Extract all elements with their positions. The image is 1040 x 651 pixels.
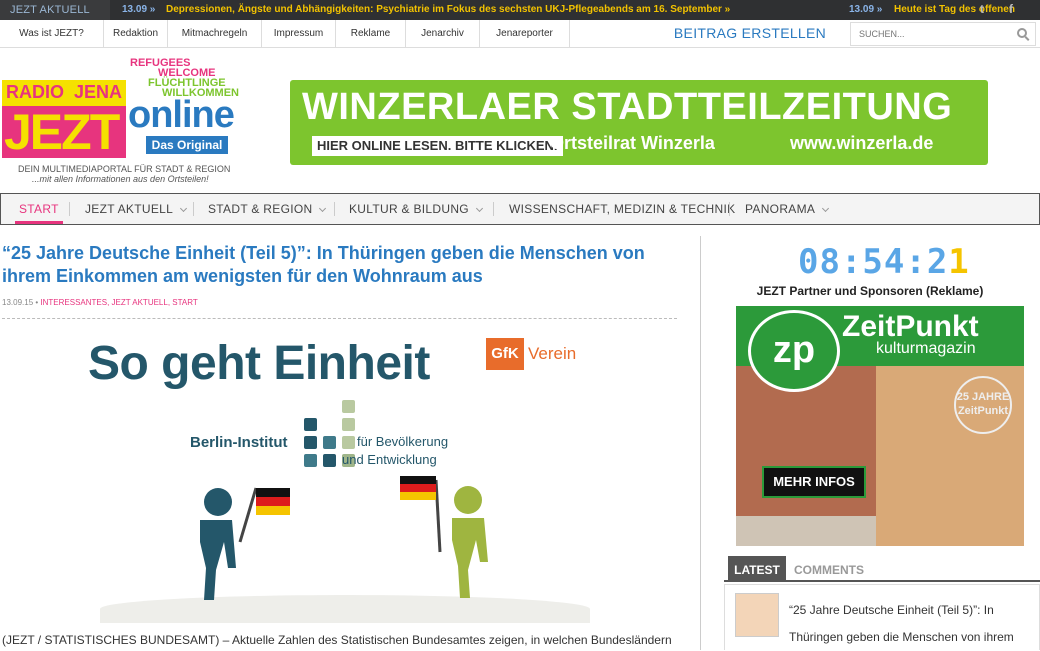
institute-logo-square (342, 436, 355, 449)
ticker-label: JEZT AKTUELL (0, 0, 110, 20)
nav-item-kultur-bildung[interactable]: KULTUR & BILDUNG (349, 194, 483, 224)
article-date: 13.09.15 (2, 298, 34, 307)
site-logo[interactable]: REFUGEES WELCOME FLÜCHTLINGE WILLKOMMEN … (0, 50, 255, 190)
clock-time: 08:54:2 (798, 242, 949, 282)
sidebar-tabs: LATEST COMMENTS (724, 556, 1040, 582)
facebook-icon[interactable]: f (1004, 2, 1018, 16)
logo-tagline: DEIN MULTIMEDIAPORTAL FÜR STADT & REGION (18, 164, 231, 174)
institute-subtitle: für Bevölkerung (357, 434, 449, 449)
nav-separator (729, 202, 730, 216)
chevron-down-icon (822, 204, 830, 213)
news-ticker: JEZT AKTUELL 13.09 » Depressionen, Ängst… (0, 0, 1040, 20)
zeitpunkt-logo: zp (748, 310, 840, 392)
ticker-date: 13.09 » (122, 4, 156, 15)
tab-latest[interactable]: LATEST (728, 556, 786, 582)
logo-jena-text: JENA (74, 82, 123, 102)
chevron-down-icon (319, 204, 327, 213)
anniversary-stamp: 25 JAHRE ZeitPunkt (954, 376, 1012, 434)
nav-item-wissenschaft[interactable]: WISSENSCHAFT, MEDIZIN & TECHNIK (509, 194, 735, 224)
nav-item-label: JEZT AKTUELL (85, 202, 174, 216)
latest-thumbnail[interactable] (735, 593, 779, 637)
institute-logo-square (342, 418, 355, 431)
latest-list: “25 Jahre Deutsche Einheit (Teil 5)”: In… (724, 584, 1040, 650)
partners-title: JEZT Partner und Sponsoren (Reklame) (756, 284, 984, 298)
institute-logo-square (342, 400, 355, 413)
topnav-link[interactable]: Impressum (262, 20, 336, 48)
search-input[interactable] (851, 23, 1001, 45)
zeitpunkt-ad[interactable]: zp ZeitPunkt kulturmagazin 25 JAHRE Zeit… (736, 306, 1024, 546)
logo-radio-band: RADIO JENA (2, 80, 126, 106)
nav-item-stadt-region[interactable]: STADT & REGION (208, 194, 327, 224)
banner-url: www.winzerla.de (790, 133, 934, 153)
nav-item-label: STADT & REGION (208, 202, 313, 216)
topnav-link[interactable]: Jenarchiv (406, 20, 480, 48)
banner-title: WINZERLAER STADTTEILZEITUNG (302, 86, 953, 128)
more-info-button[interactable]: MEHR INFOS (762, 466, 866, 498)
logo-radio-text: RADIO (6, 82, 64, 102)
column-divider (700, 236, 701, 650)
logo-online-text: online (128, 94, 235, 136)
banner-cta: HIER ONLINE LESEN. BITTE KLICKEN. (312, 136, 563, 156)
latest-item-title[interactable]: “25 Jahre Deutsche Einheit (Teil 5)”: In… (789, 597, 1035, 651)
logo-subtagline: ...mit allen Informationen aus den Ortst… (32, 174, 209, 184)
logo-jezt-text: JEZT (2, 106, 126, 158)
search-box (850, 22, 1036, 46)
article-categories[interactable]: INTERESSANTES, JEZT AKTUELL, START (40, 298, 197, 307)
digital-clock: 08:54:21 (798, 242, 970, 282)
institute-logo-square (323, 454, 336, 467)
topnav-link[interactable]: Mitmachregeln (168, 20, 262, 48)
top-navigation: Was ist JEZT? Redaktion Mitmachregeln Im… (0, 20, 1040, 48)
divider (2, 318, 677, 319)
walking-figure-right (400, 476, 488, 598)
institute-logo-square (304, 418, 317, 431)
institute-name: Berlin-Institut (190, 434, 288, 451)
nav-item-start[interactable]: START (15, 194, 63, 224)
nav-item-label: PANORAMA (745, 202, 816, 216)
nav-item-jezt-aktuell[interactable]: JEZT AKTUELL (85, 194, 188, 224)
main-navigation: START JEZT AKTUELL STADT & REGION KULTUR… (0, 193, 1040, 225)
institute-logo-square (323, 436, 336, 449)
chevron-down-icon (475, 204, 483, 213)
topnav-link[interactable]: Redaktion (104, 20, 168, 48)
topnav-link[interactable]: Was ist JEZT? (0, 20, 104, 48)
clock-seconds-digit: 1 (948, 242, 970, 282)
search-icon[interactable] (1017, 28, 1027, 38)
ticker-headline[interactable]: Depressionen, Ängste und Abhängigkeiten:… (166, 0, 730, 20)
logo-original-badge: Das Original (146, 136, 228, 154)
article-title[interactable]: “25 Jahre Deutsche Einheit (Teil 5)”: In… (2, 242, 662, 288)
nav-separator (69, 202, 70, 216)
ticker-date: 13.09 » (849, 4, 883, 15)
banner-ad[interactable]: WINZERLAER STADTTEILZEITUNG HIER ONLINE … (290, 80, 988, 165)
ad-brand: ZeitPunkt (842, 310, 979, 343)
article-lead: (JEZT / STATISTISCHES BUNDESAMT) – Aktue… (2, 633, 672, 647)
tab-comments[interactable]: COMMENTS (794, 556, 864, 582)
walking-figure-left (200, 487, 290, 600)
nav-item-panorama[interactable]: PANORAMA (745, 194, 830, 224)
nav-separator (334, 202, 335, 216)
nav-separator (193, 202, 194, 216)
article-image: So geht Einheit GfK Verein Berlin-Instit… (80, 330, 590, 623)
topnav-link[interactable]: Jenareporter (480, 20, 570, 48)
image-headline: So geht Einheit (88, 337, 430, 390)
gfk-logo: GfK (486, 338, 524, 370)
nav-separator (493, 202, 494, 216)
chevron-down-icon (180, 204, 188, 213)
banner-subtitle: Ortsteilrat Winzerla (550, 133, 715, 153)
institute-subtitle: und Entwicklung (342, 452, 437, 467)
verein-text: Verein (528, 344, 577, 363)
institute-logo-square (304, 454, 317, 467)
topnav-link[interactable]: Reklame (336, 20, 406, 48)
institute-logo-square (304, 436, 317, 449)
article-meta: 13.09.15 • INTERESSANTES, JEZT AKTUELL, … (2, 298, 198, 307)
ad-tagline: kulturmagazin (876, 340, 976, 357)
twitter-icon[interactable]: t (975, 2, 989, 16)
create-post-button[interactable]: BEITRAG ERSTELLEN (655, 20, 845, 48)
nav-item-label: KULTUR & BILDUNG (349, 202, 469, 216)
